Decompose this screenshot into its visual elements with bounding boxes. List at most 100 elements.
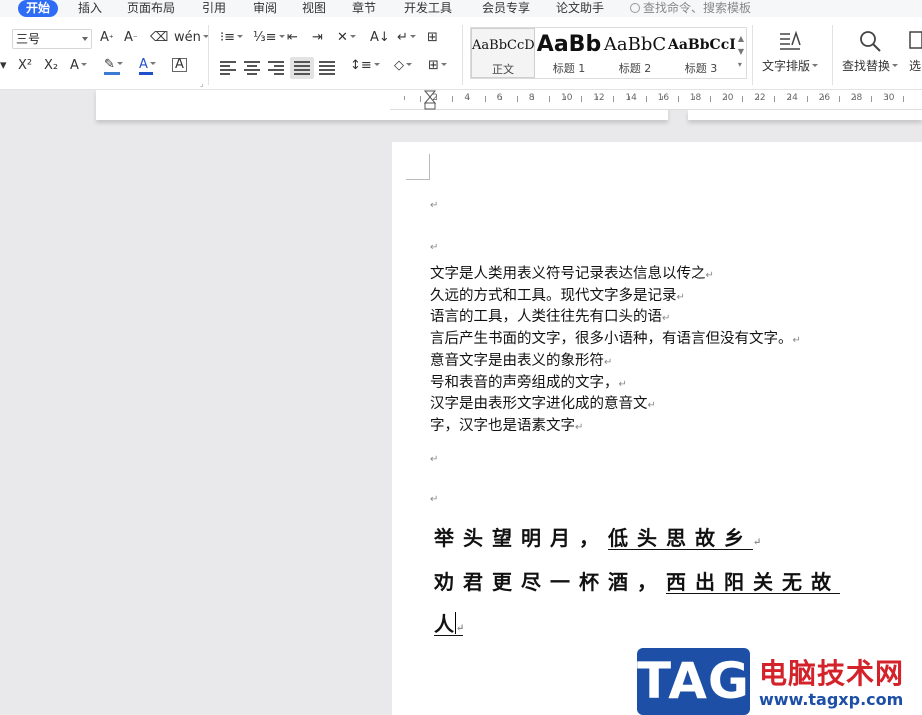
increase-indent-icon[interactable]: ⇥	[312, 30, 323, 46]
tab-insert[interactable]: 插入	[78, 0, 102, 17]
style-heading-3[interactable]: AaBbCcI 标题 3	[668, 28, 736, 78]
sort-icon[interactable]: A↓	[370, 30, 390, 46]
body-line-text: 汉字是由表形文字进化成的意音文	[430, 396, 648, 413]
justify-icon[interactable]	[294, 61, 310, 75]
ruler-number: 6	[496, 93, 503, 103]
ruler-tick	[806, 96, 808, 102]
style-heading-1[interactable]: AaBb 标题 1	[536, 28, 602, 78]
style-heading-2-sample: AaBbC	[603, 34, 667, 55]
ruler-tick	[645, 96, 647, 102]
style-scroll-arrows[interactable]: ▲ ▼ ▾	[738, 32, 744, 71]
shrink-font-icon[interactable]: A⁻	[124, 30, 138, 47]
logo-tag-badge: TAG	[637, 648, 750, 715]
tab-home[interactable]: 开始	[18, 0, 59, 17]
body-line[interactable]: 语言的工具，人类往往先有口头的语↵	[430, 307, 670, 329]
body-line[interactable]: 字，汉字也是语素文字↵	[430, 416, 583, 438]
paragraph-mark: ↵	[792, 335, 801, 347]
find-replace-button[interactable]: 查找替换	[842, 29, 899, 74]
command-search[interactable]: 查找命令、搜索模板	[630, 0, 751, 17]
tab-paper-assistant[interactable]: 论文助手	[556, 0, 604, 17]
find-replace-label: 查找替换	[842, 59, 891, 73]
font-size-select[interactable]: 三号	[12, 29, 92, 49]
body-line[interactable]: 汉字是由表形文字进化成的意音文↵	[430, 394, 656, 416]
table-lines-icon[interactable]: ⊞	[427, 30, 438, 46]
text-layout-button[interactable]: 文字排版	[762, 29, 819, 74]
ruler-number: 28	[850, 93, 863, 103]
ruler-number: 16	[657, 93, 670, 103]
poem-line-1-underlined: 低头思故乡	[608, 526, 753, 550]
style-gallery: AaBbCcD 正文 AaBb 标题 1 AaBbC 标题 2 AaBbCcI …	[470, 27, 747, 79]
char-border-icon[interactable]: A	[172, 58, 187, 72]
poem-line-1-plain: 举头望明月，	[434, 526, 608, 550]
pinyin-guide-icon[interactable]: wén	[174, 30, 209, 46]
body-line-text: 意音文字是由表义的象形符	[430, 352, 604, 369]
grow-font-icon[interactable]: A⁺	[100, 30, 114, 47]
align-center-icon[interactable]	[244, 61, 260, 75]
ribbon-separator	[832, 25, 833, 85]
ruler-tick	[870, 96, 872, 102]
text-layout-label: 文字排版	[762, 59, 811, 73]
align-right-icon[interactable]	[268, 61, 284, 75]
borders-icon[interactable]: ⊞	[428, 58, 447, 74]
subscript-icon[interactable]: X₂	[44, 58, 58, 74]
poem-line-3[interactable]: 人↵	[434, 609, 473, 644]
text-layout-icon	[780, 30, 801, 50]
document-page[interactable]: ↵ ↵ 文字是人类用表义符号记录表达信息以传之↵ 久远的方式和工具。现代文字多是记…	[392, 142, 922, 715]
line-spacing-icon[interactable]: ↕≡	[350, 58, 380, 74]
ruler-tick	[709, 96, 711, 102]
clear-format-icon[interactable]: ⌫	[150, 30, 168, 46]
horizontal-ruler[interactable]: 2 4 6 8 10 12 14 16 18 20 22 24 26 28 30	[390, 90, 922, 110]
body-line-text: 言后产生书面的文字，很多小语种，有语言但没有文字。	[430, 331, 793, 348]
show-marks-icon[interactable]: ↵	[397, 30, 416, 46]
tab-review[interactable]: 审阅	[253, 0, 277, 17]
superscript-icon[interactable]: X²	[18, 58, 32, 74]
paragraph-mark: ↵	[705, 270, 714, 281]
poem-line-2-underlined: 西出阳关无故	[666, 570, 840, 594]
style-heading-2[interactable]: AaBbC 标题 2	[602, 28, 668, 78]
tab-chapter[interactable]: 章节	[352, 0, 376, 17]
tab-references[interactable]: 引用	[202, 0, 226, 17]
ruler-number: 12	[593, 93, 605, 103]
bullet-list-icon[interactable]: ⁝≡	[220, 30, 244, 46]
ribbon-separator	[208, 25, 209, 85]
tab-page-layout[interactable]: 页面布局	[127, 0, 175, 17]
poem-line-1[interactable]: 举头望明月，低头思故乡↵	[434, 523, 770, 558]
more-format-icon[interactable]: ▾	[0, 58, 7, 74]
distribute-icon[interactable]	[319, 61, 335, 75]
tab-developer[interactable]: 开发工具	[404, 0, 452, 17]
body-line[interactable]: 意音文字是由表义的象形符↵	[430, 351, 612, 373]
ruler-tick	[484, 96, 486, 102]
page-corner-mark	[406, 154, 430, 180]
ruler-number: 8	[528, 93, 535, 103]
highlight-icon[interactable]: ✎	[104, 57, 123, 75]
select-button[interactable]: 选	[908, 29, 922, 74]
ruler-number: 30	[883, 93, 895, 103]
ruler-number: 4	[464, 93, 471, 103]
ribbon-separator	[462, 25, 463, 85]
style-normal[interactable]: AaBbCcD 正文	[471, 28, 535, 78]
decrease-indent-icon[interactable]: ⇤	[287, 30, 298, 46]
ruler-tick	[404, 96, 405, 100]
body-line[interactable]: 文字是人类用表义符号记录表达信息以传之↵	[430, 264, 714, 286]
tab-view[interactable]: 视图	[302, 0, 326, 17]
font-color-icon[interactable]: A	[139, 57, 156, 75]
shading-icon[interactable]: ◇	[394, 58, 412, 74]
select-label: 选	[908, 59, 921, 73]
search-icon	[630, 3, 640, 13]
body-line[interactable]: 言后产生书面的文字，很多小语种，有语言但没有文字。↵	[430, 329, 801, 351]
body-line[interactable]: 久远的方式和工具。现代文字多是记录↵	[430, 286, 685, 308]
align-left-icon[interactable]	[220, 61, 236, 75]
tab-member[interactable]: 会员专享	[482, 0, 530, 17]
ribbon: 三号 A⁺ A⁻ ⌫ wén ▾ X² X₂ A ✎ A A ⁝≡ ⅓≡ ⇤ ⇥…	[0, 17, 922, 90]
poem-line-2-plain: 劝君更尽一杯酒，	[434, 570, 666, 594]
font-dialog-launcher[interactable]: ⌟	[200, 79, 204, 88]
text-effect-icon[interactable]: A	[70, 58, 87, 74]
poem-line-2[interactable]: 劝君更尽一杯酒，西出阳关无故	[434, 567, 840, 597]
style-heading-3-sample: AaBbCcI	[668, 37, 736, 53]
body-line[interactable]: 号和表音的声旁组成的文字，↵	[430, 373, 627, 395]
ruler-number: 26	[818, 93, 831, 103]
paragraph-mark: ↵	[430, 494, 439, 505]
numbered-list-icon[interactable]: ⅓≡	[253, 30, 285, 46]
paragraph-mark: ↵	[647, 400, 656, 412]
chinese-layout-icon[interactable]: ✕	[337, 30, 356, 46]
